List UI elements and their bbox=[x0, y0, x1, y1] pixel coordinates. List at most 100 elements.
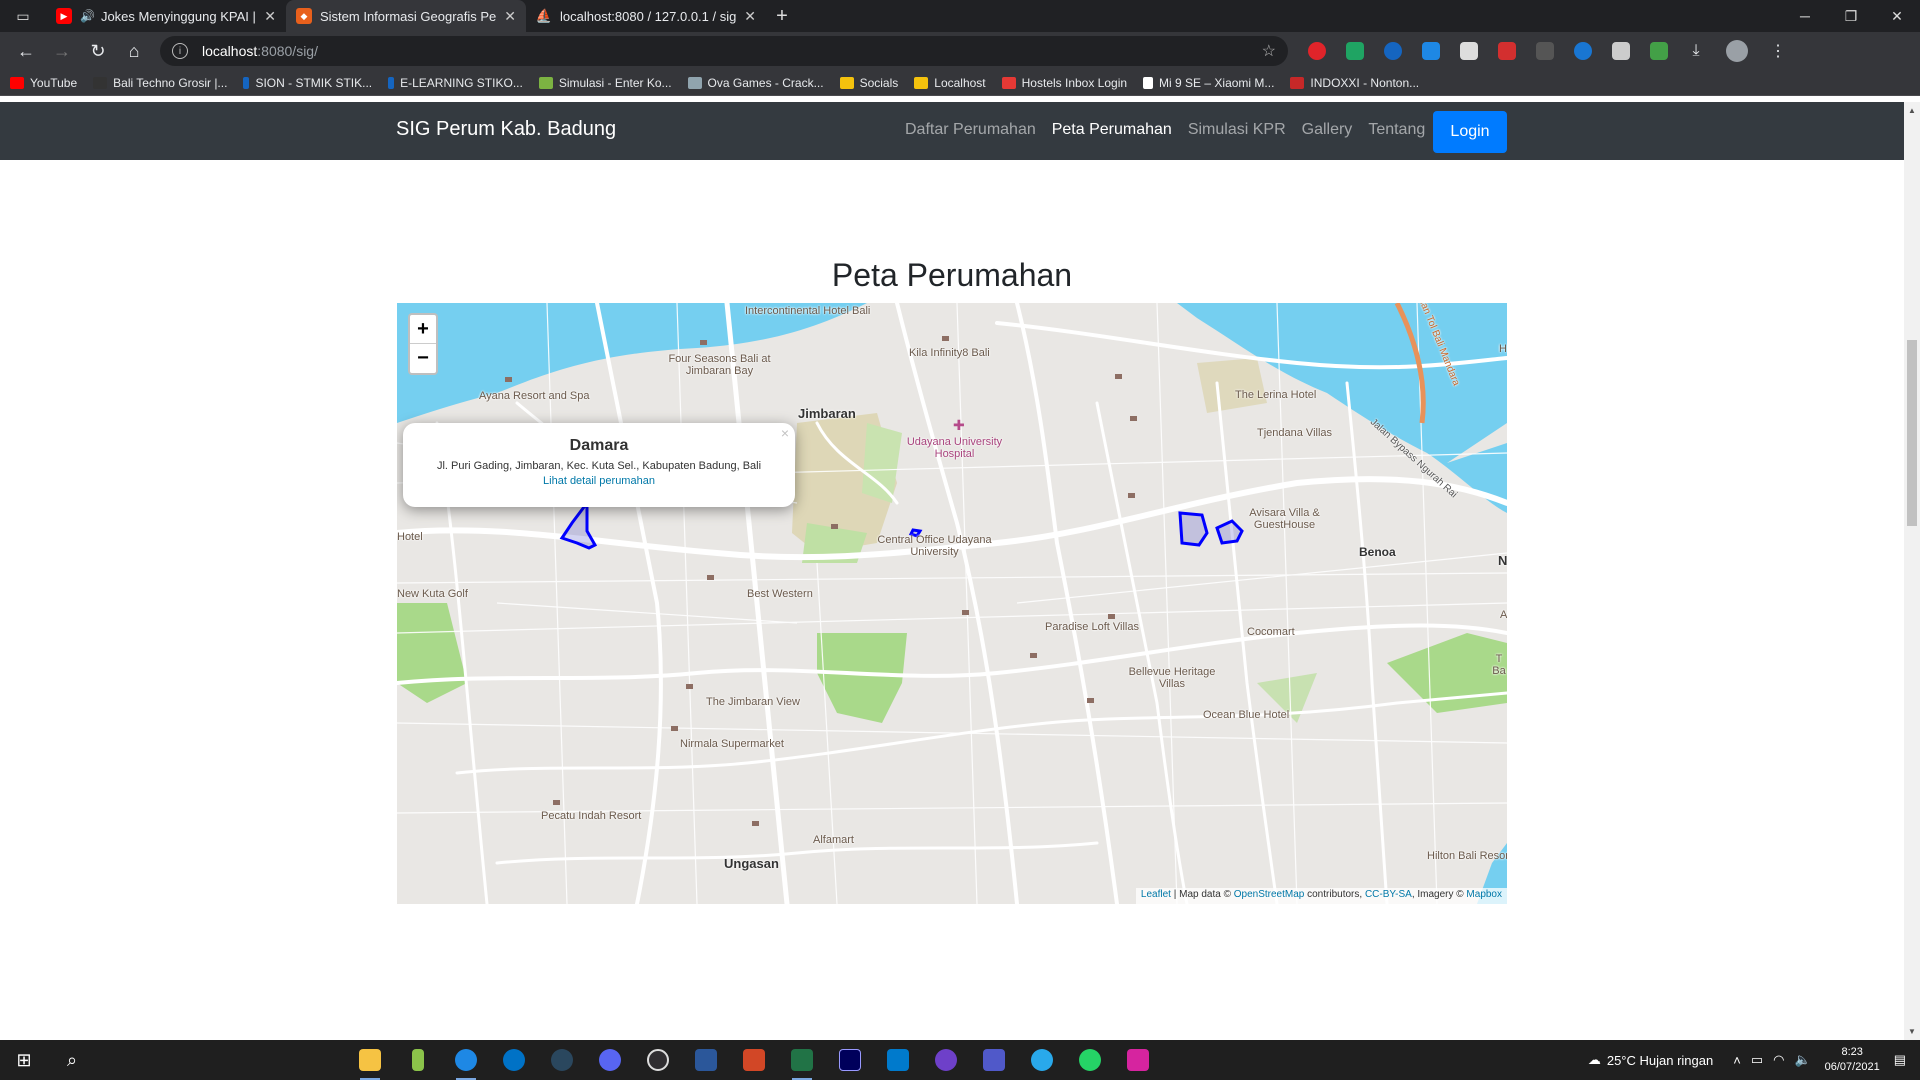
edge-icon[interactable] bbox=[442, 1040, 490, 1080]
zoom-out-button[interactable]: − bbox=[410, 344, 436, 373]
site-info-icon[interactable]: i bbox=[172, 43, 188, 59]
notepad-icon[interactable] bbox=[394, 1040, 442, 1080]
discord-icon[interactable] bbox=[586, 1040, 634, 1080]
notification-icon[interactable]: ▤ bbox=[1894, 1052, 1906, 1068]
extension-icon[interactable] bbox=[1536, 42, 1554, 60]
mapbox-link[interactable]: Mapbox bbox=[1466, 889, 1502, 900]
extension-icon[interactable] bbox=[1498, 42, 1516, 60]
obs-icon[interactable] bbox=[634, 1040, 682, 1080]
map-label: Avisara Villa & GuestHouse bbox=[1249, 507, 1320, 531]
download-icon[interactable]: ⤓ bbox=[1680, 35, 1712, 67]
forward-icon[interactable]: → bbox=[44, 35, 80, 67]
osm-link[interactable]: OpenStreetMap bbox=[1234, 889, 1305, 900]
reload-icon[interactable]: ↻ bbox=[80, 35, 116, 67]
tab-strip: ▭ ▶ 🔊 Jokes Menyinggung KPAI | Y ✕ ◆ Sis… bbox=[0, 0, 1920, 32]
tab-youtube[interactable]: ▶ 🔊 Jokes Menyinggung KPAI | Y ✕ bbox=[46, 0, 286, 32]
tab-search-icon[interactable]: ▭ bbox=[0, 0, 46, 32]
bookmark-item[interactable]: YouTube bbox=[10, 76, 77, 90]
speaker-icon[interactable]: 🔊 bbox=[80, 9, 95, 23]
battery-icon[interactable]: ▭ bbox=[1751, 1052, 1763, 1068]
map-label: Hilton Bali Resort bbox=[1427, 850, 1507, 862]
clock[interactable]: 8:23 06/07/2021 bbox=[1825, 1045, 1880, 1075]
volume-icon[interactable]: 🔈 bbox=[1794, 1052, 1810, 1068]
search-icon[interactable]: ⌕ bbox=[48, 1050, 96, 1071]
bookmark-item[interactable]: Ova Games - Crack... bbox=[687, 76, 824, 90]
extension-icon[interactable] bbox=[1384, 42, 1402, 60]
powerpoint-icon[interactable] bbox=[730, 1040, 778, 1080]
scroll-down-icon[interactable]: ▼ bbox=[1908, 1027, 1916, 1036]
profile-avatar[interactable] bbox=[1726, 40, 1748, 62]
extension-icon[interactable] bbox=[1650, 42, 1668, 60]
extension-icon[interactable] bbox=[1308, 42, 1326, 60]
teams-icon[interactable] bbox=[970, 1040, 1018, 1080]
license-link[interactable]: CC-BY-SA bbox=[1365, 889, 1412, 900]
login-button[interactable]: Login bbox=[1433, 111, 1507, 153]
menu-icon[interactable]: ⋮ bbox=[1762, 35, 1794, 67]
windows-taskbar: ⊞ ⌕ ☁ 25°C Hujan ringan ˄ ▭ ◠ 🔈 8:23 06/… bbox=[0, 1040, 1920, 1080]
extension-icon[interactable] bbox=[1346, 42, 1364, 60]
page-scrollbar[interactable]: ▲ ▼ bbox=[1904, 102, 1920, 1040]
close-window-icon[interactable]: ✕ bbox=[1874, 0, 1920, 32]
steam-icon[interactable] bbox=[538, 1040, 586, 1080]
map-container[interactable]: ✚ Intercontinental Hotel Bali Four Seaso… bbox=[397, 303, 1507, 904]
nav-peta-perumahan[interactable]: Peta Perumahan bbox=[1052, 121, 1172, 139]
premiere-icon[interactable] bbox=[826, 1040, 874, 1080]
instagram-icon[interactable] bbox=[1114, 1040, 1162, 1080]
back-icon[interactable]: ← bbox=[8, 35, 44, 67]
map-label: Jimbaran bbox=[798, 406, 856, 421]
screenshot-icon[interactable] bbox=[1612, 42, 1630, 60]
nav-gallery[interactable]: Gallery bbox=[1302, 121, 1353, 139]
bookmark-item[interactable]: Simulasi - Enter Ko... bbox=[538, 76, 672, 90]
scroll-thumb[interactable] bbox=[1907, 340, 1917, 526]
bookmark-item[interactable]: INDOXXI - Nonton... bbox=[1290, 76, 1419, 90]
system-tray: ☁ 25°C Hujan ringan ˄ ▭ ◠ 🔈 8:23 06/07/2… bbox=[1588, 1045, 1920, 1075]
page-title: Peta Perumahan bbox=[831, 257, 1073, 293]
home-icon[interactable]: ⌂ bbox=[116, 35, 152, 67]
weather-text[interactable]: 25°C Hujan ringan bbox=[1607, 1053, 1713, 1068]
nav-simulasi-kpr[interactable]: Simulasi KPR bbox=[1188, 121, 1286, 139]
tab-title: Sistem Informasi Geografis Perum bbox=[320, 8, 497, 24]
extension-icon[interactable] bbox=[1422, 42, 1440, 60]
word-icon[interactable] bbox=[682, 1040, 730, 1080]
nav-daftar-perumahan[interactable]: Daftar Perumahan bbox=[905, 121, 1036, 139]
minimize-icon[interactable]: ─ bbox=[1782, 0, 1828, 32]
close-tab-icon[interactable]: ✕ bbox=[504, 8, 516, 25]
close-tab-icon[interactable]: ✕ bbox=[264, 8, 276, 25]
tab-sig[interactable]: ◆ Sistem Informasi Geografis Perum ✕ bbox=[286, 0, 526, 32]
whatsapp-icon[interactable] bbox=[1066, 1040, 1114, 1080]
wifi-icon[interactable]: ◠ bbox=[1773, 1052, 1784, 1068]
close-tab-icon[interactable]: ✕ bbox=[744, 8, 756, 25]
extension-icon[interactable] bbox=[1574, 42, 1592, 60]
bookmark-item[interactable]: E-LEARNING STIKO... bbox=[388, 76, 523, 90]
popup-detail-link[interactable]: Lihat detail perumahan bbox=[403, 475, 795, 487]
clock-date: 06/07/2021 bbox=[1824, 1061, 1880, 1073]
extension-icon[interactable] bbox=[1460, 42, 1478, 60]
tab-phpmyadmin[interactable]: ⛵ localhost:8080 / 127.0.0.1 / sig-p ✕ bbox=[526, 0, 766, 32]
bookmark-folder[interactable]: Localhost bbox=[914, 76, 986, 90]
brand[interactable]: SIG Perum Kab. Badung bbox=[396, 118, 616, 141]
github-icon[interactable] bbox=[922, 1040, 970, 1080]
telegram-icon[interactable] bbox=[1018, 1040, 1066, 1080]
bookmark-star-icon[interactable]: ☆ bbox=[1262, 41, 1276, 61]
zoom-in-button[interactable]: + bbox=[410, 315, 436, 344]
excel-icon[interactable] bbox=[778, 1040, 826, 1080]
tray-chevron-icon[interactable]: ˄ bbox=[1733, 1053, 1741, 1068]
weather-icon[interactable]: ☁ bbox=[1588, 1052, 1601, 1068]
bookmark-item[interactable]: Bali Techno Grosir |... bbox=[93, 76, 227, 90]
address-bar[interactable]: i localhost:8080/sig/ ☆ bbox=[160, 36, 1288, 66]
windows-start-icon[interactable]: ⊞ bbox=[0, 1050, 48, 1071]
new-tab-icon[interactable]: + bbox=[766, 0, 798, 32]
bookmark-folder[interactable]: Socials bbox=[839, 76, 898, 90]
scroll-up-icon[interactable]: ▲ bbox=[1908, 106, 1916, 115]
vscode-icon[interactable] bbox=[874, 1040, 922, 1080]
nav-tentang[interactable]: Tentang bbox=[1368, 121, 1425, 139]
bookmark-item[interactable]: Mi 9 SE – Xiaomi M... bbox=[1143, 76, 1274, 90]
restore-icon[interactable]: ❐ bbox=[1828, 0, 1874, 32]
outlook-icon[interactable] bbox=[490, 1040, 538, 1080]
file-explorer-icon[interactable] bbox=[346, 1040, 394, 1080]
bookmark-item[interactable]: SION - STMIK STIK... bbox=[243, 76, 372, 90]
leaflet-link[interactable]: Leaflet bbox=[1141, 889, 1171, 900]
bookmark-item[interactable]: Hostels Inbox Login bbox=[1001, 76, 1127, 90]
map-attribution: Leaflet | Map data © OpenStreetMap contr… bbox=[1135, 888, 1507, 904]
popup-close-icon[interactable]: × bbox=[781, 425, 789, 441]
